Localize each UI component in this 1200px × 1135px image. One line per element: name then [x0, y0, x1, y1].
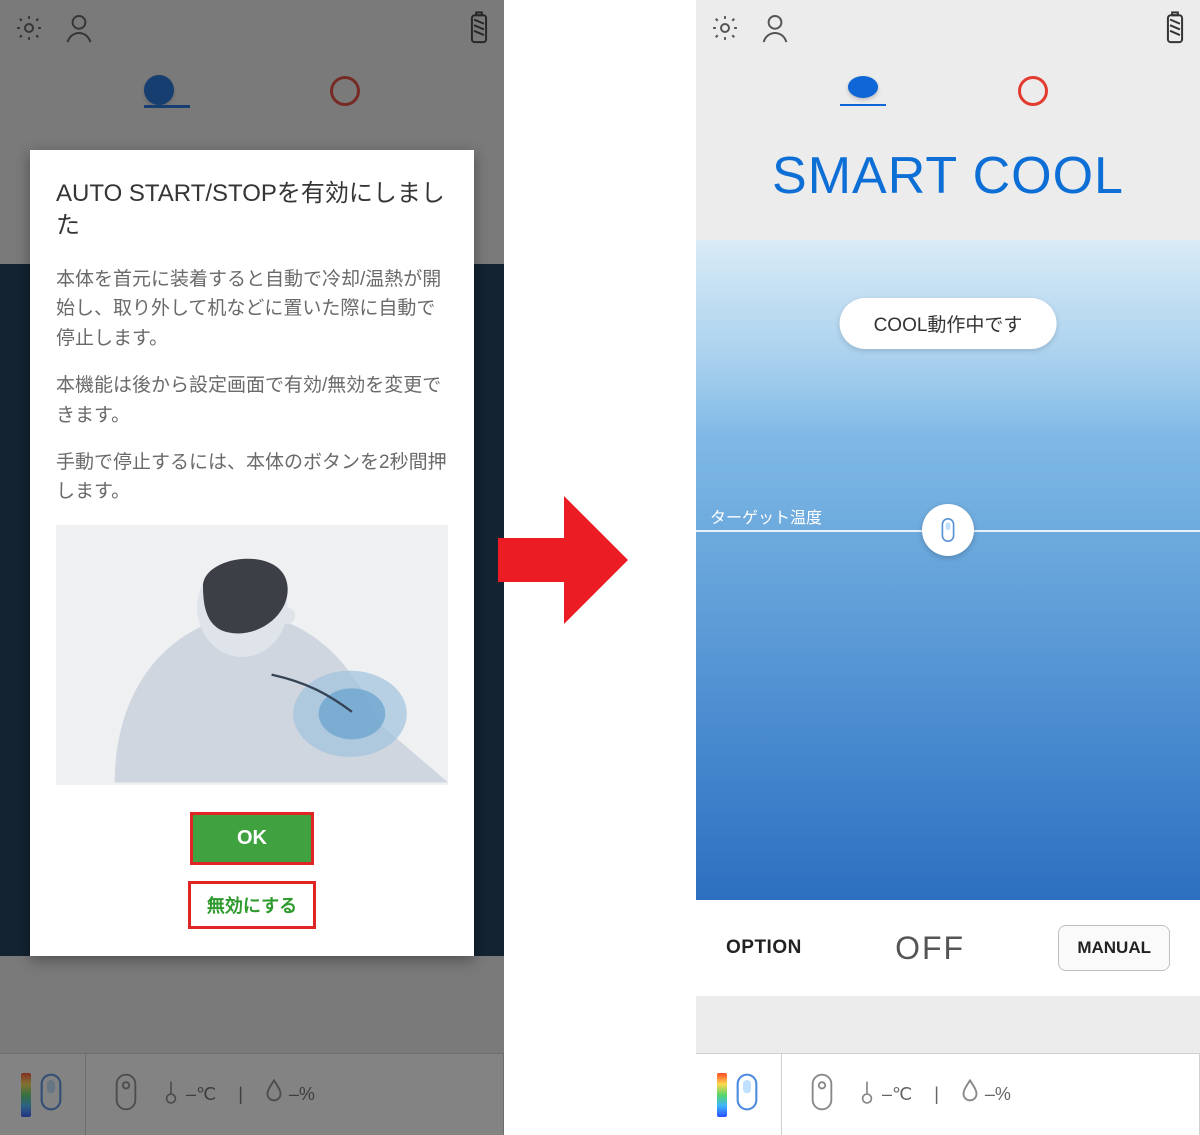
battery-icon — [1164, 11, 1186, 45]
bottom-tabstrip: –℃ | –% — [696, 1053, 1200, 1135]
ok-button[interactable]: OK — [193, 815, 311, 862]
system-bar — [696, 0, 1200, 56]
manual-button[interactable]: MANUAL — [1058, 925, 1170, 971]
mode-title: SMART COOL — [696, 126, 1200, 240]
temperature-readout: –℃ — [858, 1079, 912, 1110]
target-temperature-row[interactable]: ターゲット温度 — [696, 530, 1200, 532]
color-strip-icon — [717, 1073, 727, 1117]
transition-arrow-icon — [498, 490, 628, 630]
target-handle[interactable] — [922, 504, 974, 556]
dialog-paragraph-1: 本体を首元に装着すると自動で冷却/温熱が開始し、取り外して机などに置いた際に自動… — [56, 265, 448, 353]
mode-cool[interactable] — [848, 76, 878, 106]
device-outline-icon[interactable] — [808, 1072, 836, 1117]
temperature-value: –℃ — [882, 1084, 912, 1105]
mode-row — [696, 56, 1200, 126]
thermometer-icon — [858, 1079, 876, 1110]
temperature-gradient[interactable]: COOL動作中です ターゲット温度 — [696, 240, 1200, 900]
humidity-readout: –% — [961, 1079, 1011, 1110]
dialog-title: AUTO START/STOPを有効にしました — [56, 178, 448, 243]
droplet-icon — [961, 1079, 979, 1110]
disable-button[interactable]: 無効にする — [191, 884, 313, 926]
option-button[interactable]: OPTION — [726, 937, 802, 959]
device-icon — [733, 1072, 761, 1117]
mode-warm[interactable] — [1018, 76, 1048, 106]
power-off-label[interactable]: OFF — [895, 930, 965, 967]
humidity-value: –% — [985, 1084, 1011, 1105]
dialog-paragraph-2: 本機能は後から設定画面で有効/無効を変更できます。 — [56, 371, 448, 430]
phone-right: SMART COOL COOL動作中です ターゲット温度 OPTION OFF … — [696, 0, 1200, 1135]
dialog-body: 本体を首元に装着すると自動で冷却/温熱が開始し、取り外して机などに置いた際に自動… — [56, 265, 448, 507]
dialog-paragraph-3: 手動で停止するには、本体のボタンを2秒間押します。 — [56, 448, 448, 507]
target-label: ターゲット温度 — [710, 504, 822, 528]
phone-left: –℃ | –% AUTO START/STOPを有効にしました 本体を首元に装着… — [0, 0, 504, 1135]
status-pill: COOL動作中です — [840, 298, 1057, 349]
tab-device-color[interactable] — [696, 1054, 782, 1135]
settings-icon[interactable] — [710, 13, 740, 43]
auto-start-stop-dialog: AUTO START/STOPを有効にしました 本体を首元に装着すると自動で冷却… — [30, 150, 474, 956]
profile-icon[interactable] — [758, 11, 792, 45]
control-row: OPTION OFF MANUAL — [696, 900, 1200, 996]
dialog-illustration — [56, 525, 448, 785]
